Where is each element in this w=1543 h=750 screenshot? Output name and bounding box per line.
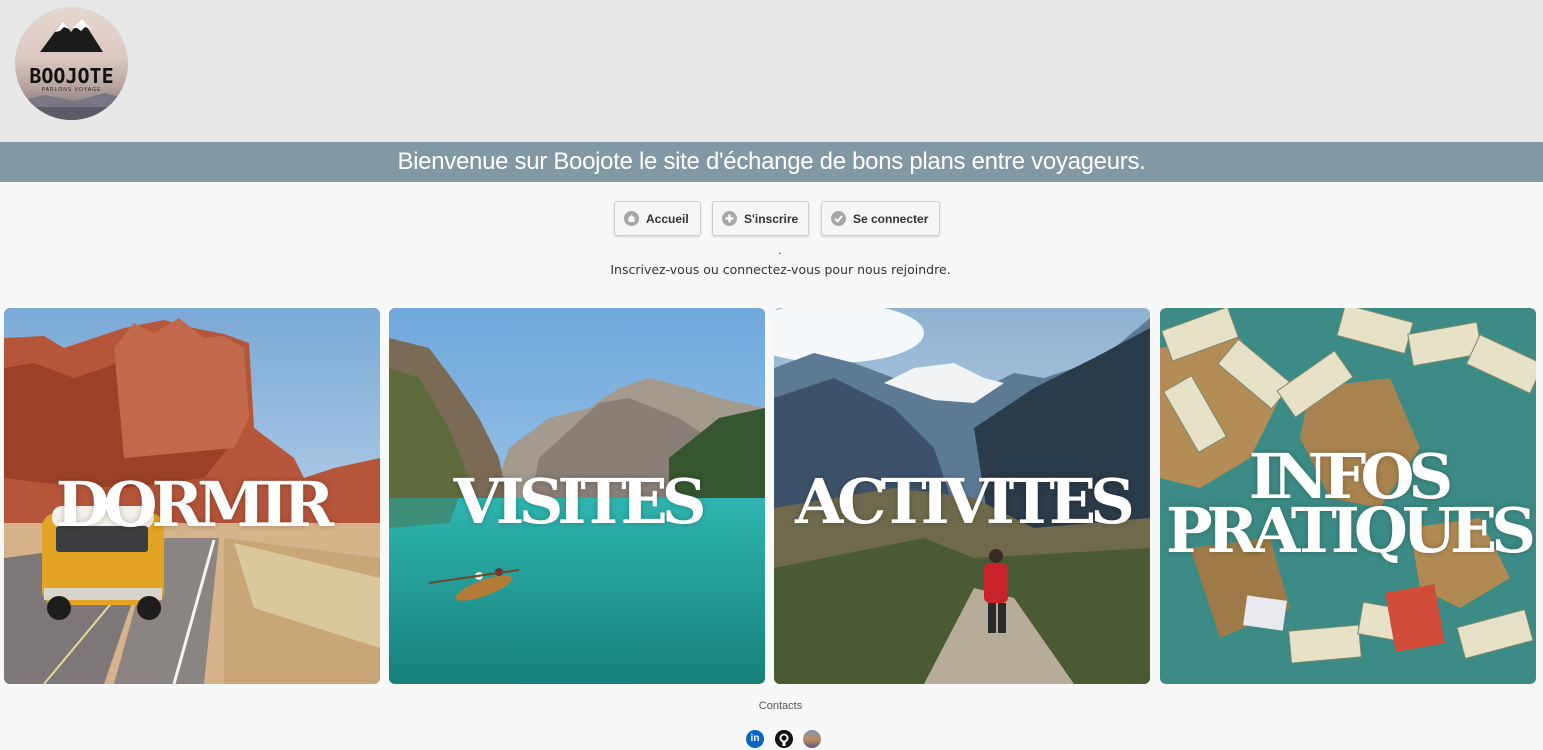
logo-subtitle: PARLONS VOYAGE xyxy=(41,87,102,93)
home-button-label: Accueil xyxy=(646,211,689,226)
card-visites[interactable]: VISITES xyxy=(389,308,765,684)
invite-text: Inscrivez-vous ou connectez-vous pour no… xyxy=(610,262,951,277)
login-button-label: Se connecter xyxy=(853,211,929,226)
site-logo[interactable]: BOOJOTE PARLONS VOYAGE xyxy=(15,7,128,120)
check-icon xyxy=(831,211,846,226)
card-title-activites: ACTIVITES xyxy=(795,465,1135,538)
logo-title: BOOJOTE xyxy=(29,64,114,88)
signup-button-label: S'inscrire xyxy=(744,211,799,226)
contacts-label: Contacts xyxy=(758,700,803,712)
card-infos-pratiques[interactable]: INFOS PRATIQUES xyxy=(1160,308,1536,684)
linkedin-icon[interactable]: in xyxy=(746,730,764,748)
card-dormir[interactable]: DORMIR xyxy=(4,308,380,684)
github-icon[interactable] xyxy=(775,730,793,748)
main-nav: Accueil S'inscrire Se connecter xyxy=(0,201,1543,236)
card-title-dormir: DORMIR xyxy=(55,468,334,541)
card-activites[interactable]: ACTIVITES xyxy=(774,308,1150,684)
home-button[interactable]: Accueil xyxy=(614,201,701,236)
card-title-visites: VISITES xyxy=(453,465,706,538)
header: BOOJOTE PARLONS VOYAGE xyxy=(0,0,1543,142)
login-button[interactable]: Se connecter xyxy=(821,201,940,236)
signup-button[interactable]: S'inscrire xyxy=(712,201,809,236)
plus-icon xyxy=(722,211,737,226)
card-title-pratiques: PRATIQUES xyxy=(1165,494,1536,567)
home-icon xyxy=(624,211,639,226)
welcome-banner: Bienvenue sur Boojote le site d'échange … xyxy=(0,142,1543,182)
avatar-icon[interactable] xyxy=(803,730,821,748)
separator-dot: . xyxy=(778,244,782,257)
